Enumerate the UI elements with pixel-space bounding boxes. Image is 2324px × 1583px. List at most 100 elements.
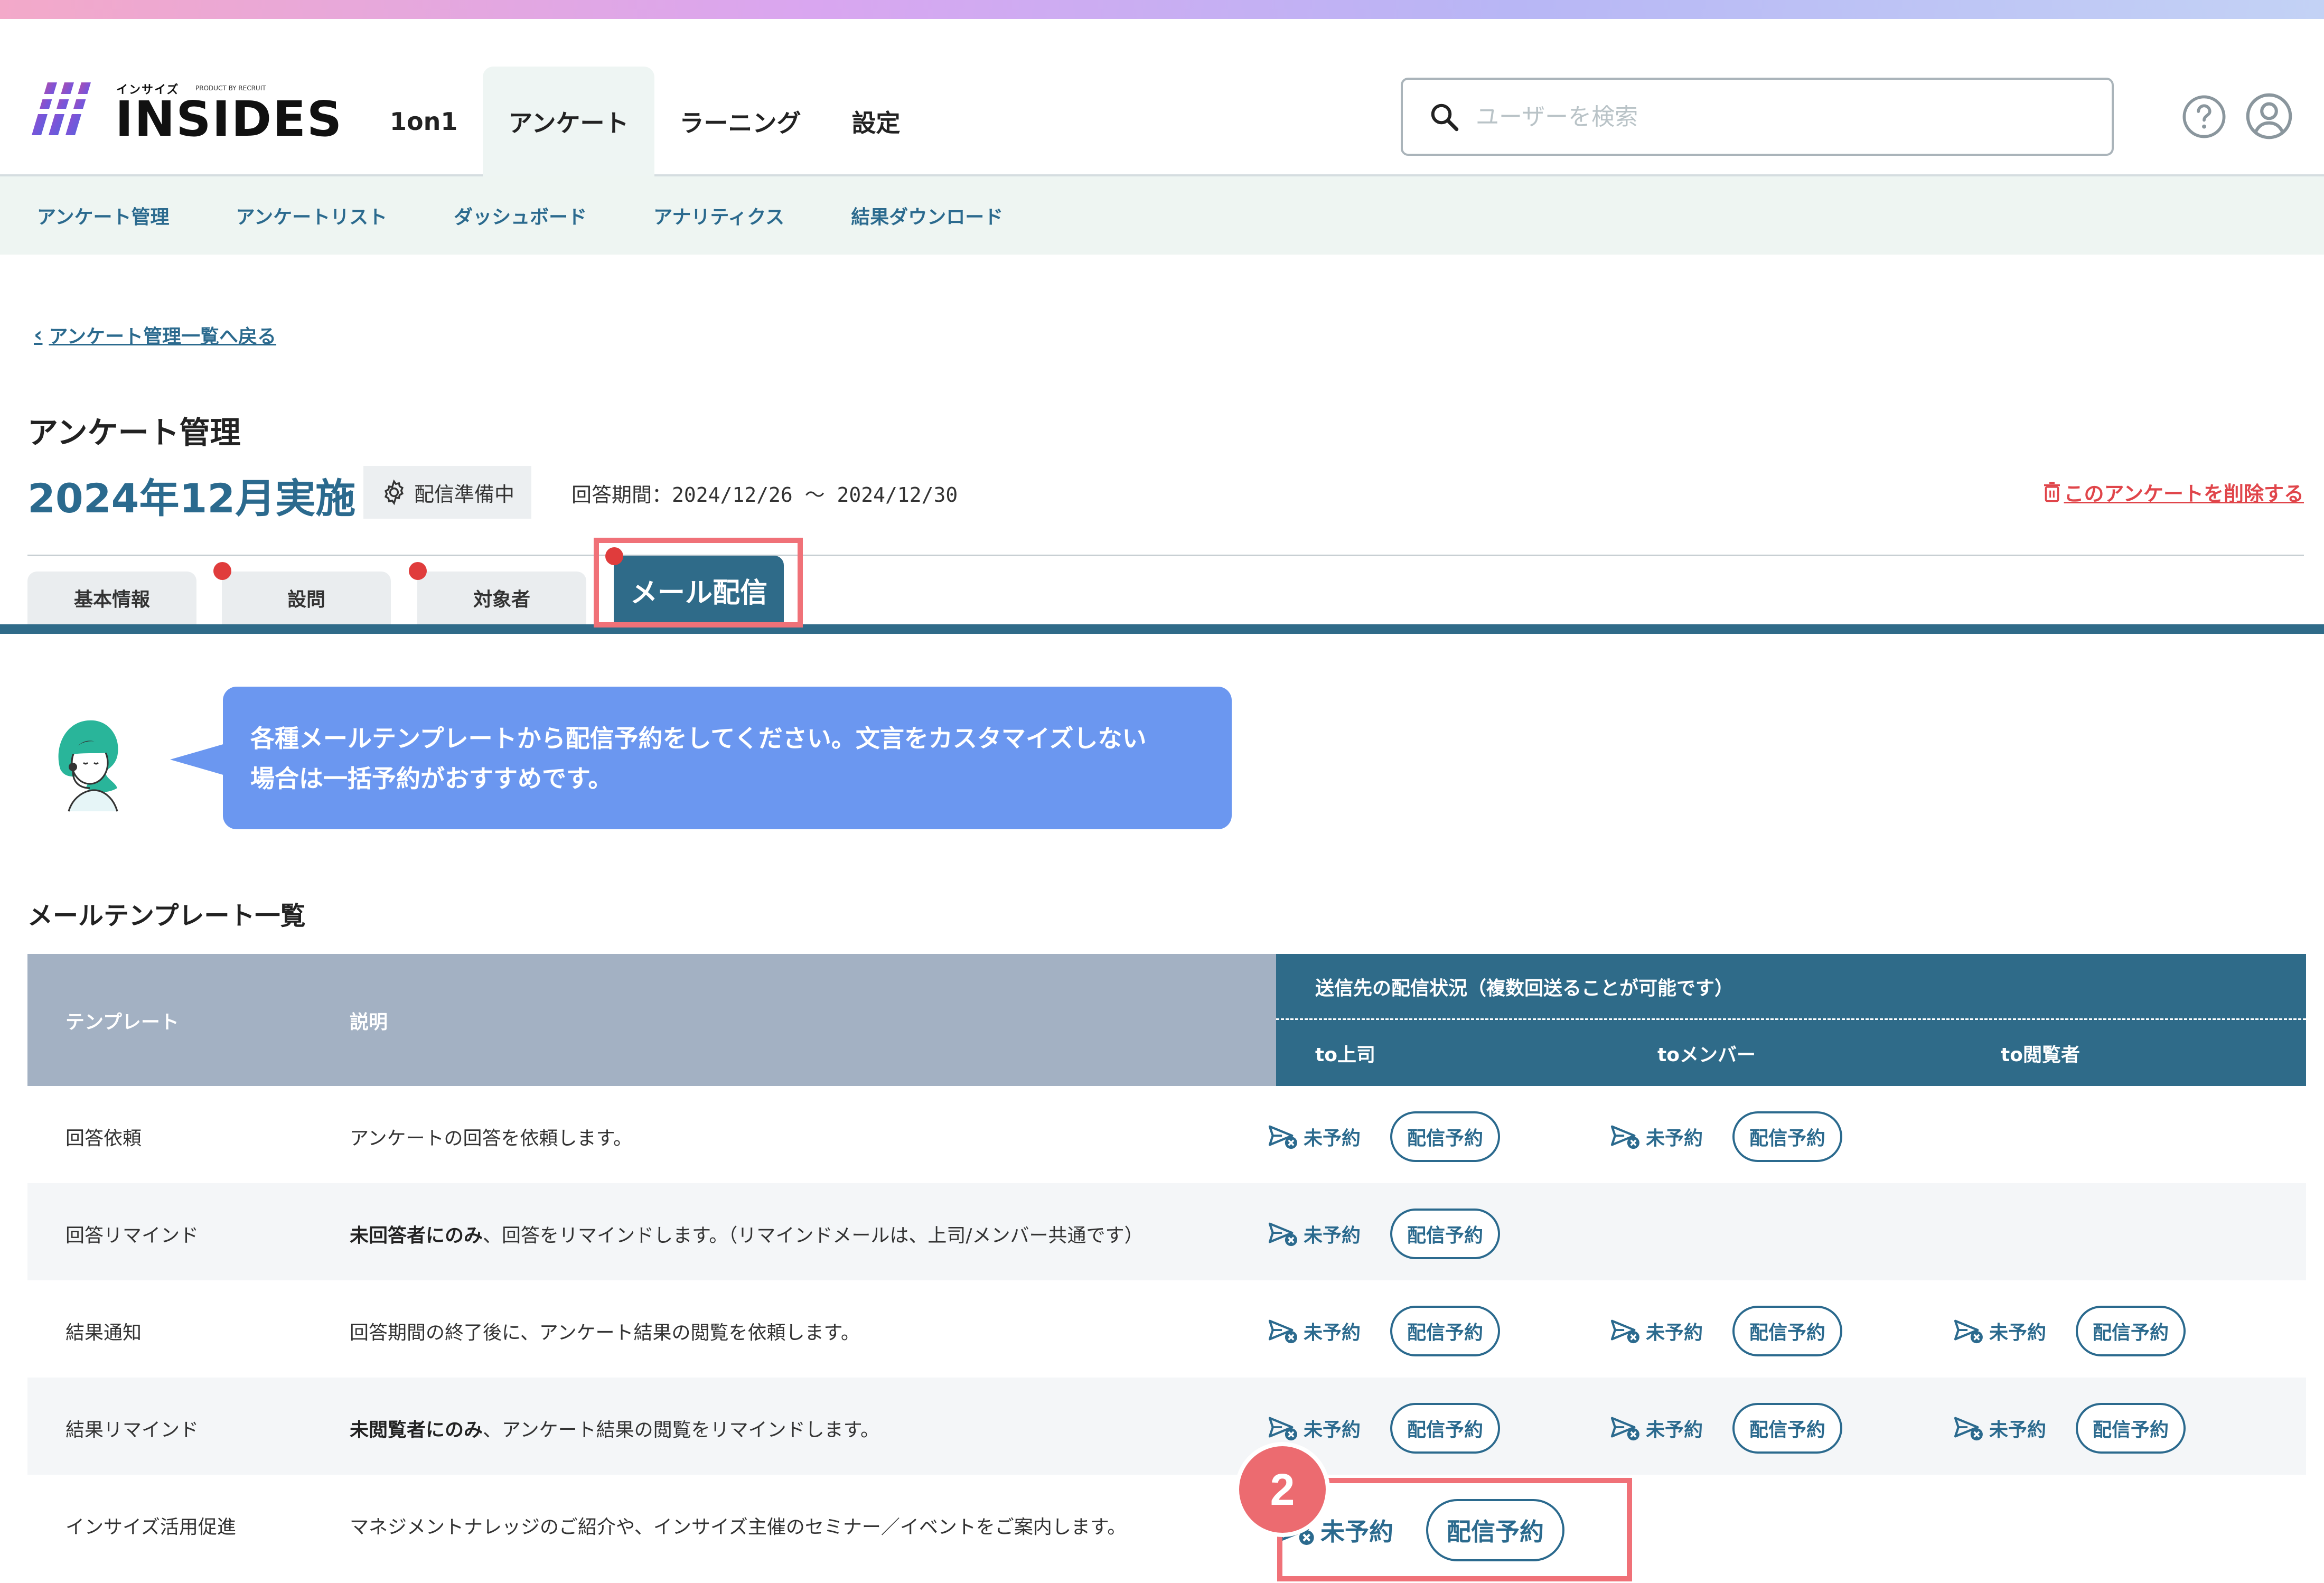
nav-settings[interactable]: 設定 [827, 67, 926, 176]
delivery-cell: 未予約 配信予約 [1953, 1403, 2186, 1454]
description-emphasis: 未閲覧者にのみ [350, 1419, 483, 1441]
unscheduled-mail-icon [1954, 1417, 1983, 1441]
tabs-divider [27, 555, 2304, 556]
step-2-highlight-frame [1277, 1478, 1632, 1581]
template-description: マネジメントナレッジのご紹介や、インサイズ主催のセミナー／イベントをご案内します… [350, 1512, 1126, 1539]
delivery-cell: 未予約 配信予約 [1610, 1403, 1842, 1454]
guide-bubble-tail [170, 744, 225, 775]
delivery-cell: 未予約 配信予約 [1953, 1306, 2186, 1356]
app-header: インサイズ PRODUCT BY RECRUIT INSIDES 1on1 アン… [0, 19, 2324, 176]
template-description: 未回答者にのみ、回答をリマインドします。（リマインドメールは、上司/メンバー共通… [350, 1220, 1144, 1248]
unscheduled-mail-icon [1610, 1319, 1639, 1344]
header-dashed-divider [1276, 1018, 2306, 1020]
delivery-status: 未予約 [1610, 1317, 1732, 1345]
template-description: 回答期間の終了後に、アンケート結果の閲覧を依頼します。 [350, 1317, 860, 1345]
table-body: 回答依頼 アンケートの回答を依頼します。 未予約 配信予約 未予約 配信予約 回答リマインド… [27, 1086, 2306, 1572]
description-text: 、回答をリマインドします。（リマインドメールは、上司/メンバー共通です） [483, 1225, 1144, 1247]
schedule-delivery-button[interactable]: 配信予約 [1732, 1306, 1842, 1356]
subnav-analytics[interactable]: アナリティクス [653, 202, 784, 229]
insides-logo-mark-icon [32, 82, 102, 135]
delivery-status: 未予約 [1268, 1220, 1390, 1248]
schedule-delivery-button[interactable]: 配信予約 [1732, 1403, 1842, 1454]
insides-logo[interactable]: インサイズ PRODUCT BY RECRUIT INSIDES [32, 60, 342, 145]
questions-alert-dot [213, 562, 231, 580]
mail-template-table: テンプレート 説明 送信先の配信状況（複数回送ることが可能です） to上司 to… [27, 954, 2306, 1572]
delivery-status: 未予約 [1953, 1317, 2076, 1345]
nav-1on1[interactable]: 1on1 [364, 67, 483, 176]
user-account-icon[interactable] [2245, 92, 2293, 140]
table-row: 結果リマインド 未閲覧者にのみ、アンケート結果の閲覧をリマインドします。 未予約 配信… [27, 1378, 2306, 1475]
col-description-header: 説明 [350, 1011, 388, 1033]
delivery-status: 未予約 [1610, 1415, 1732, 1442]
delivery-cell: 未予約 配信予約 [1268, 1306, 1500, 1356]
tab-basic-info[interactable]: 基本情報 [27, 572, 196, 624]
schedule-delivery-button[interactable]: 配信予約 [2076, 1306, 2186, 1356]
description-text: 、アンケート結果の閲覧をリマインドします。 [483, 1419, 879, 1441]
subnav-survey-management[interactable]: アンケート管理 [37, 202, 170, 229]
subnav-survey-list[interactable]: アンケートリスト [236, 202, 388, 229]
schedule-delivery-button[interactable]: 配信予約 [1390, 1403, 1500, 1454]
delivery-status-header: 送信先の配信状況（複数回送ることが可能です） [1315, 978, 1734, 999]
table-row: 回答依頼 アンケートの回答を依頼します。 未予約 配信予約 未予約 配信予約 [27, 1086, 2306, 1183]
delivery-status-text: 未予約 [1646, 1128, 1703, 1149]
search-icon [1431, 104, 1459, 132]
logo-wordmark: INSIDES [115, 91, 343, 147]
template-list-title: メールテンプレート一覧 [27, 901, 306, 931]
user-search-input[interactable] [1476, 103, 2057, 130]
mail-alert-dot [605, 547, 623, 565]
back-link-label: アンケート管理一覧へ戻る [49, 326, 277, 348]
guide-message-bubble: 各種メールテンプレートから配信予約をしてください。文言をカスタマイズしない 場合… [223, 687, 1232, 829]
delete-survey-label: このアンケートを削除する [2064, 482, 2304, 505]
table-header-delivery: 送信先の配信状況（複数回送ることが可能です） to上司 toメンバー to閲覧者 [1276, 954, 2306, 1086]
targets-alert-dot [409, 562, 427, 580]
description-emphasis: 未回答者にのみ [350, 1225, 483, 1247]
subnav-dashboard[interactable]: ダッシュボード [454, 202, 587, 229]
delete-survey-link[interactable]: このアンケートを削除する [2043, 477, 2304, 507]
template-description: 未閲覧者にのみ、アンケート結果の閲覧をリマインドします。 [350, 1415, 879, 1442]
chevron-left-icon: ‹ [34, 323, 43, 347]
status-badge-label: 配信準備中 [414, 482, 515, 506]
schedule-delivery-button[interactable]: 配信予約 [1390, 1111, 1500, 1162]
sub-nav: アンケート管理 アンケートリスト ダッシュボード アナリティクス 結果ダウンロー… [0, 176, 2324, 255]
delivery-cell: 未予約 配信予約 [1610, 1111, 1842, 1162]
unscheduled-mail-icon [1610, 1125, 1639, 1149]
unscheduled-mail-icon [1610, 1417, 1639, 1441]
mail-tab-highlight-frame [594, 538, 803, 627]
status-badge: 配信準備中 [363, 466, 532, 519]
trash-icon [2044, 482, 2060, 502]
schedule-delivery-button[interactable]: 配信予約 [1732, 1111, 1842, 1162]
subnav-result-download[interactable]: 結果ダウンロード [851, 202, 1003, 229]
delivery-status: 未予約 [1268, 1317, 1390, 1345]
table-row: 結果通知 回答期間の終了後に、アンケート結果の閲覧を依頼します。 未予約 配信予約 未予… [27, 1280, 2306, 1378]
delivery-status: 未予約 [1268, 1415, 1390, 1442]
help-icon[interactable] [2181, 94, 2227, 139]
schedule-delivery-button[interactable]: 配信予約 [1390, 1209, 1500, 1259]
guide-message-line-1: 各種メールテンプレートから配信予約をしてください。文言をカスタマイズしない [250, 724, 1147, 753]
unscheduled-mail-icon [1268, 1319, 1297, 1344]
survey-name: 2024年12月実施 [27, 475, 356, 522]
template-name: 回答依頼 [65, 1128, 142, 1149]
unscheduled-mail-icon [1268, 1222, 1297, 1247]
col-template-header: テンプレート [65, 1011, 179, 1033]
description-text: 回答期間の終了後に、アンケート結果の閲覧を依頼します。 [350, 1322, 860, 1344]
delivery-cell: 未予約 配信予約 [1268, 1209, 1500, 1259]
delivery-status: 未予約 [1268, 1123, 1390, 1150]
back-to-list-link[interactable]: ‹ アンケート管理一覧へ戻る [34, 321, 276, 349]
user-search-box [1401, 78, 2114, 156]
description-text: マネジメントナレッジのご紹介や、インサイズ主催のセミナー／イベントをご案内します… [350, 1516, 1127, 1538]
col-to-viewer-header: to閲覧者 [2001, 1044, 2080, 1066]
nav-survey[interactable]: アンケート [483, 67, 654, 176]
tab-targets[interactable]: 対象者 [417, 572, 586, 624]
template-name: 結果通知 [65, 1322, 142, 1344]
guide-message-line-2: 場合は一括予約がおすすめです。 [250, 764, 613, 793]
tab-questions[interactable]: 設問 [222, 572, 391, 624]
schedule-delivery-button[interactable]: 配信予約 [1390, 1306, 1500, 1356]
nav-learning[interactable]: ラーニング [654, 67, 827, 176]
schedule-delivery-button[interactable]: 配信予約 [2076, 1403, 2186, 1454]
template-description: アンケートの回答を依頼します。 [350, 1123, 632, 1150]
gear-icon [385, 479, 404, 505]
top-gradient-bar [0, 0, 2324, 19]
answer-period: 回答期間：2024/12/26 〜 2024/12/30 [571, 483, 958, 507]
table-row: 回答リマインド 未回答者にのみ、回答をリマインドします。（リマインドメールは、上司… [27, 1183, 2306, 1280]
delivery-status-text: 未予約 [1989, 1322, 2047, 1344]
